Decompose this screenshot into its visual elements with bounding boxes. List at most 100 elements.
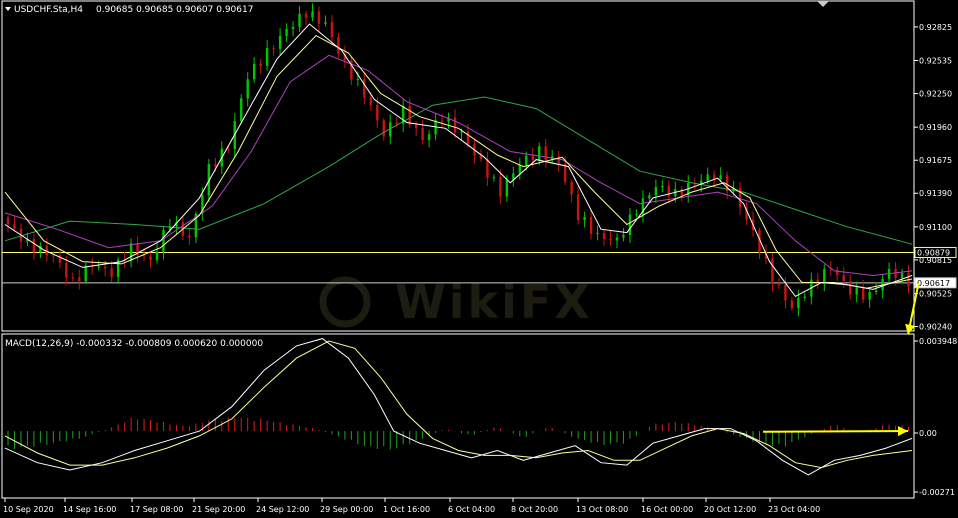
bear-candle [602, 232, 606, 239]
bear-candle [414, 124, 418, 128]
bear-candle [395, 122, 398, 124]
bull-candle [155, 251, 159, 261]
bull-candle [900, 272, 904, 279]
bull-candle [252, 63, 256, 80]
bull-candle [874, 290, 878, 293]
bull-candle [525, 155, 528, 165]
bear-candle [188, 235, 191, 238]
bear-candle [784, 284, 787, 301]
bear-candle [408, 105, 411, 125]
bear-candle [78, 277, 81, 282]
bear-candle [304, 13, 308, 18]
bull-candle [615, 237, 619, 241]
bear-candle [609, 238, 612, 241]
bear-candle [453, 117, 457, 133]
bull-candle [803, 296, 807, 298]
macd-scale-zero: 0.00 [919, 429, 937, 438]
price-tick-label: 0.91675 [919, 156, 952, 165]
time-tick-label: 16 Oct 00:00 [641, 505, 693, 514]
bear-candle [576, 194, 580, 221]
time-tick-label: 29 Sep 00:00 [320, 505, 373, 514]
bull-candle [492, 177, 496, 179]
bull-candle [648, 195, 651, 199]
bear-candle [861, 287, 865, 300]
bear-candle [337, 37, 340, 54]
bull-candle [84, 265, 87, 282]
bear-candle [849, 280, 852, 295]
bull-candle [661, 185, 664, 188]
bear-candle [382, 120, 385, 137]
metatrader-chart-window[interactable]: WikiFX USDCHF.Sta,H4 0.90685 0.90685 0.9… [0, 0, 958, 518]
bear-candle [499, 177, 502, 197]
bear-candle [259, 63, 262, 66]
bull-candle [356, 78, 360, 80]
bull-candle [240, 98, 243, 122]
bull-candle [291, 26, 295, 30]
bull-candle [97, 266, 100, 268]
price-tick-label: 0.91390 [919, 189, 952, 198]
time-tick-label: 8 Oct 20:00 [511, 505, 558, 514]
macd-scale-bottom: -0.00271 [919, 488, 955, 497]
bull-candle [635, 214, 638, 216]
bear-candle [712, 174, 716, 180]
bear-candle [771, 258, 774, 285]
bear-candle [110, 268, 113, 277]
bear-candle [227, 148, 230, 150]
price-tick-label: 0.91100 [919, 223, 952, 232]
bear-candle [544, 146, 547, 160]
bear-candle [13, 224, 16, 229]
bear-candle [6, 217, 10, 225]
bull-candle [596, 232, 599, 234]
time-tick-label: 13 Oct 08:00 [576, 505, 628, 514]
bear-candle [376, 105, 379, 121]
macd-scale-top: 0.003948 [919, 337, 957, 346]
bear-candle [149, 256, 152, 261]
bear-candle [790, 300, 794, 309]
time-tick-label: 24 Sep 12:00 [256, 505, 309, 514]
bear-candle [531, 155, 534, 161]
bear-candle [557, 156, 560, 164]
bull-candle [460, 131, 463, 133]
macd-indicator-label: MACD(12,26,9) -0.000332 -0.000809 0.0006… [5, 339, 263, 349]
bull-candle [797, 297, 800, 309]
bull-candle [265, 48, 269, 66]
bear-candle [363, 78, 366, 98]
bull-candle [654, 187, 658, 196]
bear-candle [777, 284, 781, 286]
bull-candle [628, 214, 632, 235]
price-tick-label: 0.92535 [919, 57, 952, 66]
bull-candle [324, 22, 327, 24]
bull-candle [246, 79, 249, 99]
bear-candle [71, 277, 74, 279]
price-tick-label: 0.90525 [919, 289, 952, 298]
bear-candle [486, 159, 489, 178]
bear-candle [272, 48, 275, 50]
ohlc-readout: 0.90685 0.90685 0.90607 0.90617 [96, 5, 253, 15]
time-tick-label: 1 Oct 16:00 [383, 505, 430, 514]
price-tick-label: 0.91960 [919, 123, 952, 132]
bear-candle [440, 120, 444, 122]
current-price-label: 0.90617 [917, 279, 950, 288]
bull-candle [868, 292, 871, 300]
time-tick-label: 21 Sep 20:00 [192, 505, 245, 514]
bear-candle [369, 97, 372, 106]
bear-candle [421, 127, 424, 140]
price-tick-label: 0.90240 [919, 323, 952, 332]
bear-candle [103, 266, 107, 269]
bear-candle [836, 269, 839, 276]
bear-candle [589, 216, 593, 234]
macd-right-arrow[interactable] [762, 430, 909, 433]
bull-candle [518, 164, 522, 174]
bull-candle [298, 13, 301, 27]
time-tick-label: 20 Oct 12:00 [704, 505, 756, 514]
bear-candle [667, 185, 671, 197]
time-tick-label: 10 Sep 2020 [3, 505, 54, 514]
time-tick-label: 6 Oct 04:00 [448, 505, 495, 514]
bull-candle [427, 134, 431, 140]
bull-candle [706, 174, 709, 181]
time-tick-label: 23 Oct 04:00 [768, 505, 820, 514]
bear-candle [317, 11, 321, 24]
bear-candle [842, 275, 845, 281]
resistance-price-label: 0.90879 [917, 248, 950, 257]
symbol-timeframe-label: USDCHF.Sta,H4 [14, 5, 83, 15]
